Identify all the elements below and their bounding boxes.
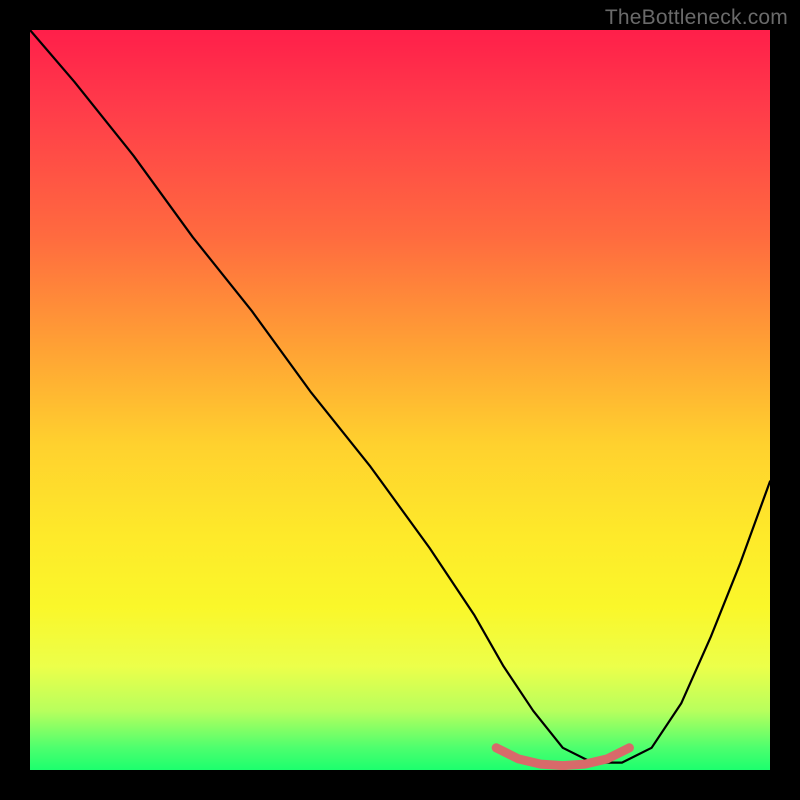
chart-stage: TheBottleneck.com: [0, 0, 800, 800]
plot-area: [30, 30, 770, 770]
watermark-text: TheBottleneck.com: [605, 6, 788, 30]
bottleneck-curve: [30, 30, 770, 763]
curve-layer: [30, 30, 770, 770]
